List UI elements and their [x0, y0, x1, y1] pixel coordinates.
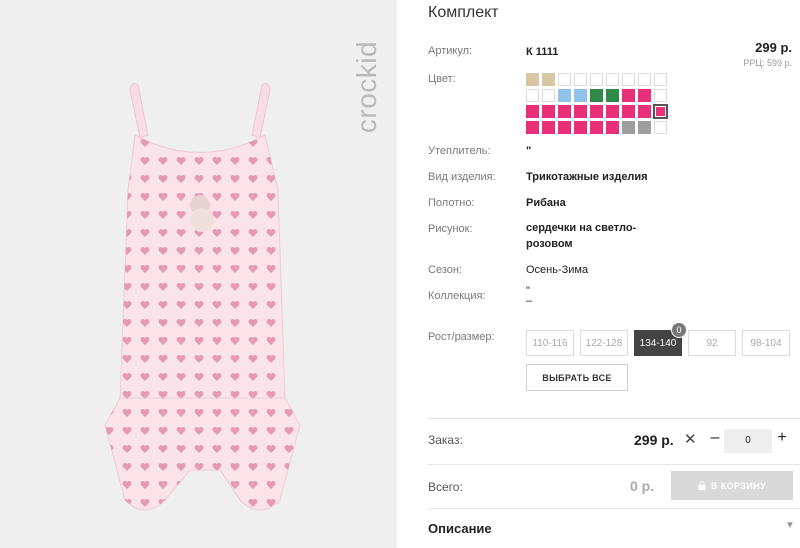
- color-swatch[interactable]: [526, 121, 539, 134]
- garment-image: [104, 82, 301, 511]
- color-swatches: [526, 73, 670, 137]
- color-swatch[interactable]: [574, 121, 587, 134]
- quantity-input[interactable]: 0: [724, 429, 772, 453]
- size-option-110-116[interactable]: 110-116: [526, 330, 574, 356]
- fabric-label: Полотно:: [428, 197, 475, 209]
- product-photo[interactable]: crockid: [0, 0, 397, 548]
- color-swatch[interactable]: [654, 89, 667, 102]
- color-swatch[interactable]: [574, 89, 587, 102]
- color-swatch[interactable]: [542, 121, 555, 134]
- color-swatch[interactable]: [622, 73, 635, 86]
- color-swatch[interactable]: [606, 121, 619, 134]
- color-swatch[interactable]: [606, 89, 619, 102]
- color-swatch[interactable]: [606, 73, 619, 86]
- color-swatch[interactable]: [622, 105, 635, 118]
- size-option-134-140[interactable]: 134-140 0: [634, 322, 687, 356]
- color-swatch[interactable]: [526, 73, 539, 86]
- swatch-row: [526, 104, 670, 119]
- swatch-row: [526, 89, 670, 102]
- brand-logo-text: crockid: [351, 40, 382, 134]
- pattern-value: сердечки на светло-розовом: [526, 222, 637, 250]
- collection-value: " –: [526, 285, 533, 307]
- pattern-label: Рисунок:: [428, 223, 473, 235]
- color-swatch[interactable]: [574, 73, 587, 86]
- color-swatch[interactable]: [558, 89, 571, 102]
- size-label: Рост/размер:: [428, 331, 495, 343]
- add-to-cart-button[interactable]: В КОРЗИНУ: [671, 471, 793, 500]
- color-swatch[interactable]: [590, 121, 603, 134]
- remove-order-icon[interactable]: ✕: [684, 430, 697, 448]
- insulation-value: ": [526, 145, 532, 157]
- product-price: 299 р.: [755, 40, 792, 55]
- color-swatch[interactable]: [654, 121, 667, 134]
- divider: [428, 508, 800, 509]
- insulation-label: Утеплитель:: [428, 145, 491, 157]
- select-all-button[interactable]: ВЫБРАТЬ ВСЕ: [526, 364, 628, 391]
- color-swatch[interactable]: [574, 105, 587, 118]
- description-toggle[interactable]: Описание: [428, 521, 492, 536]
- size-option-98-104[interactable]: 98-104: [742, 330, 790, 356]
- color-swatch[interactable]: [558, 121, 571, 134]
- size-option-92[interactable]: 92: [688, 330, 736, 356]
- add-to-cart-label: В КОРЗИНУ: [710, 480, 767, 491]
- quantity-decrease-button[interactable]: –: [708, 429, 722, 447]
- season-label: Сезон:: [428, 264, 462, 276]
- color-swatch[interactable]: [638, 73, 651, 86]
- item-type-value: Трикотажные изделия: [526, 171, 648, 183]
- collection-label: Коллекция:: [428, 290, 486, 302]
- swatch-row: [526, 121, 670, 134]
- product-title: Комплект: [428, 4, 499, 21]
- quantity-increase-button[interactable]: +: [775, 429, 789, 447]
- color-swatch[interactable]: [558, 105, 571, 118]
- color-swatch[interactable]: [558, 73, 571, 86]
- season-value: Осень-Зима: [526, 264, 589, 276]
- color-swatch[interactable]: [638, 89, 651, 102]
- article-label: Артикул:: [428, 45, 473, 57]
- color-swatch[interactable]: [526, 89, 539, 102]
- size-options: 110-116 122-128 134-140 0 92 98-104: [526, 322, 790, 356]
- color-swatch[interactable]: [542, 105, 555, 118]
- color-swatch[interactable]: [622, 121, 635, 134]
- color-swatch[interactable]: [638, 105, 651, 118]
- color-swatch[interactable]: [590, 105, 603, 118]
- color-swatch[interactable]: [542, 73, 555, 86]
- color-swatch[interactable]: [606, 105, 619, 118]
- size-option-122-128[interactable]: 122-128: [580, 330, 628, 356]
- swatch-row: [526, 73, 670, 86]
- divider: [428, 464, 800, 465]
- color-swatch[interactable]: [590, 89, 603, 102]
- chevron-down-icon[interactable]: ▼: [785, 520, 795, 531]
- total-label: Всего:: [428, 480, 463, 494]
- rrp-price: РРЦ: 599 р.: [743, 58, 792, 68]
- size-option-label: 134-140: [639, 337, 677, 349]
- divider: [428, 418, 800, 419]
- color-swatch[interactable]: [653, 104, 668, 119]
- color-swatch[interactable]: [622, 89, 635, 102]
- lock-icon: [698, 481, 706, 490]
- color-swatch[interactable]: [654, 73, 667, 86]
- color-swatch[interactable]: [590, 73, 603, 86]
- color-swatch[interactable]: [638, 121, 651, 134]
- order-price: 299 р.: [634, 432, 674, 448]
- fabric-value: Рибана: [526, 197, 566, 209]
- order-label: Заказ:: [428, 433, 463, 447]
- brand-logo: crockid: [351, 12, 382, 162]
- size-count-badge: 0: [671, 322, 687, 338]
- item-type-label: Вид изделия:: [428, 171, 496, 183]
- total-price: 0 р.: [630, 478, 655, 494]
- color-swatch[interactable]: [526, 105, 539, 118]
- article-value: К 1111: [526, 46, 559, 58]
- color-swatch[interactable]: [542, 89, 555, 102]
- color-label: Цвет:: [428, 73, 456, 85]
